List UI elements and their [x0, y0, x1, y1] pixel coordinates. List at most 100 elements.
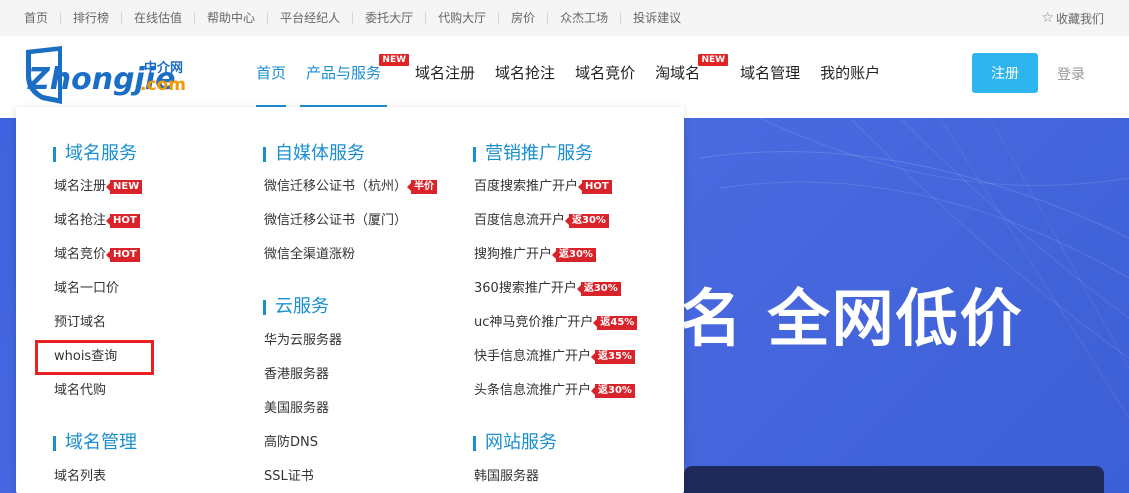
register-button[interactable]: 注册: [972, 53, 1038, 93]
menu-item-baidu-feed[interactable]: 百度信息流开户 返30%: [474, 213, 609, 229]
menu-item-domain-agent[interactable]: 域名代购: [54, 383, 106, 399]
menu-item-wechat-hz[interactable]: 微信迁移公证书（杭州） 半价: [264, 179, 438, 195]
site-logo[interactable]: Zhongjie 中介网 .com: [22, 44, 197, 106]
menu-item-us-server[interactable]: 美国服务器: [264, 401, 329, 417]
nav-domain-manage[interactable]: 域名管理: [732, 36, 808, 108]
star-icon: ☆: [1041, 10, 1054, 26]
menu-item-wechat-fans[interactable]: 微信全渠道涨粉: [264, 247, 355, 263]
top-link-home[interactable]: 首页: [12, 12, 62, 24]
top-links: 首页 排行榜 在线估值 帮助中心 平台经纪人 委托大厅 代购大厅 房价 众杰工场…: [12, 0, 693, 36]
tag-badge: 返45%: [593, 316, 638, 330]
favorite-label: 收藏我们: [1055, 11, 1104, 26]
section-title-cloud-service: 云服务: [263, 297, 329, 317]
menu-item-label: 华为云服务器: [264, 333, 343, 348]
menu-item-domain-list[interactable]: 域名列表: [54, 469, 106, 485]
menu-item-label: 美国服务器: [264, 401, 330, 416]
nav-domain-manage-label: 域名管理: [740, 63, 801, 82]
menu-item-label: SSL证书: [264, 469, 314, 484]
top-link-ranking[interactable]: 排行榜: [61, 12, 123, 24]
menu-item-label: 百度搜索推广开户: [474, 179, 579, 194]
menu-item-reserve-domain[interactable]: 预订域名: [54, 315, 106, 331]
menu-item-toutiao[interactable]: 头条信息流推广开户 返30%: [474, 383, 635, 399]
menu-item-label: 域名注册: [54, 179, 107, 194]
nav-home[interactable]: 首页: [248, 36, 294, 108]
logo-cn: 中介网: [144, 60, 183, 76]
top-link-price[interactable]: 房价: [499, 12, 549, 24]
menu-item-label: 域名代购: [54, 383, 107, 398]
nav-my-account[interactable]: 我的账户: [812, 36, 888, 108]
menu-item-label: 360搜索推广开户: [474, 281, 577, 296]
favorite-link[interactable]: ☆ 收藏我们: [1041, 0, 1104, 36]
tag-badge: 返30%: [591, 384, 635, 398]
nav-domain-register[interactable]: 域名注册: [407, 36, 483, 108]
new-badge: NEW: [698, 54, 729, 66]
menu-item-360-search[interactable]: 360搜索推广开户 返30%: [474, 281, 621, 297]
tag-badge: 返30%: [565, 214, 609, 228]
menu-item-label: 百度信息流开户: [474, 213, 566, 228]
top-link-broker[interactable]: 平台经纪人: [268, 12, 354, 24]
top-link-workshop[interactable]: 众杰工场: [548, 12, 622, 24]
menu-item-label: 微信全渠道涨粉: [264, 247, 356, 262]
main-nav: 首页 产品与服务 NEW 域名注册 域名抢注 域名竞价 淘域名 NEW 域名管理…: [248, 36, 892, 108]
menu-item-label: 高防DNS: [264, 435, 318, 450]
banner-headline: 名 全网低价: [680, 282, 1024, 355]
menu-item-label: 域名一口价: [54, 281, 120, 296]
highlight-box: [35, 340, 154, 375]
section-title-media-service: 自媒体服务: [263, 144, 365, 164]
menu-item-hk-server[interactable]: 香港服务器: [264, 367, 329, 383]
top-link-help[interactable]: 帮助中心: [195, 12, 269, 24]
top-link-valuation[interactable]: 在线估值: [122, 12, 196, 24]
nav-products-label: 产品与服务: [306, 63, 382, 82]
nav-domain-snatch[interactable]: 域名抢注: [487, 36, 563, 108]
menu-item-huawei-cloud[interactable]: 华为云服务器: [264, 333, 342, 349]
top-link-purchase[interactable]: 代购大厅: [426, 12, 500, 24]
login-link[interactable]: 登录: [1057, 64, 1085, 84]
menu-item-label: 香港服务器: [264, 367, 330, 382]
menu-item-ddos-dns[interactable]: 高防DNS: [264, 435, 318, 451]
tag-badge: 返30%: [576, 282, 621, 296]
menu-item-label: 快手信息流推广开户: [474, 349, 592, 364]
menu-item-kuaishou[interactable]: 快手信息流推广开户 返35%: [474, 349, 635, 365]
menu-item-label: 域名列表: [54, 469, 107, 484]
section-title-domain-manage: 域名管理: [53, 433, 137, 453]
nav-tao-domain[interactable]: 淘域名 NEW: [647, 36, 729, 108]
menu-item-label: uc神马竞价推广开户: [474, 315, 594, 330]
menu-item-label: 域名抢注: [54, 213, 107, 228]
menu-item-domain-snatch[interactable]: 域名抢注 HOT: [54, 213, 140, 229]
tag-badge: 返35%: [591, 350, 635, 364]
menu-item-uc-shenma[interactable]: uc神马竞价推广开户 返45%: [474, 315, 638, 331]
menu-item-ssl[interactable]: SSL证书: [264, 469, 314, 485]
tag-badge: HOT: [106, 248, 140, 262]
nav-products[interactable]: 产品与服务 NEW: [298, 36, 410, 108]
menu-item-label: 头条信息流推广开户: [474, 383, 592, 398]
nav-domain-auction[interactable]: 域名竞价: [567, 36, 643, 108]
top-link-entrust[interactable]: 委托大厅: [353, 12, 427, 24]
tag-badge: HOT: [106, 214, 140, 228]
menu-item-label: 搜狗推广开户: [474, 247, 553, 262]
top-utility-bar: 首页 排行榜 在线估值 帮助中心 平台经纪人 委托大厅 代购大厅 房价 众杰工场…: [0, 0, 1129, 36]
menu-item-domain-register[interactable]: 域名注册 NEW: [54, 179, 143, 195]
menu-item-sogou[interactable]: 搜狗推广开户 返30%: [474, 247, 596, 263]
section-title-marketing: 营销推广服务: [473, 144, 593, 164]
menu-item-label: 微信迁移公证书（厦门）: [264, 213, 408, 228]
menu-item-label: 预订域名: [54, 315, 107, 330]
menu-item-wechat-xm[interactable]: 微信迁移公证书（厦门）: [264, 213, 407, 229]
nav-domain-snatch-label: 域名抢注: [495, 63, 556, 82]
nav-domain-register-label: 域名注册: [415, 63, 476, 82]
nav-tao-domain-label: 淘域名: [655, 63, 701, 82]
nav-home-label: 首页: [256, 63, 287, 82]
new-badge: NEW: [379, 54, 410, 66]
menu-item-korea-server[interactable]: 韩国服务器: [474, 469, 539, 485]
tag-badge: NEW: [105, 180, 143, 194]
top-link-complaint[interactable]: 投诉建议: [621, 12, 693, 24]
menu-item-label: 微信迁移公证书（杭州）: [264, 179, 408, 194]
tag-badge: HOT: [578, 180, 612, 194]
tag-badge: 返30%: [552, 248, 596, 262]
menu-item-fixed-price[interactable]: 域名一口价: [54, 281, 119, 297]
menu-item-baidu-search[interactable]: 百度搜索推广开户 HOT: [474, 179, 612, 195]
main-header: Zhongjie 中介网 .com 首页 产品与服务 NEW 域名注册 域名抢注…: [0, 36, 1129, 118]
menu-item-domain-auction[interactable]: 域名竞价 HOT: [54, 247, 140, 263]
tag-badge: 半价: [407, 180, 438, 194]
section-title-domain-service: 域名服务: [53, 144, 137, 164]
nav-my-account-label: 我的账户: [820, 63, 881, 82]
